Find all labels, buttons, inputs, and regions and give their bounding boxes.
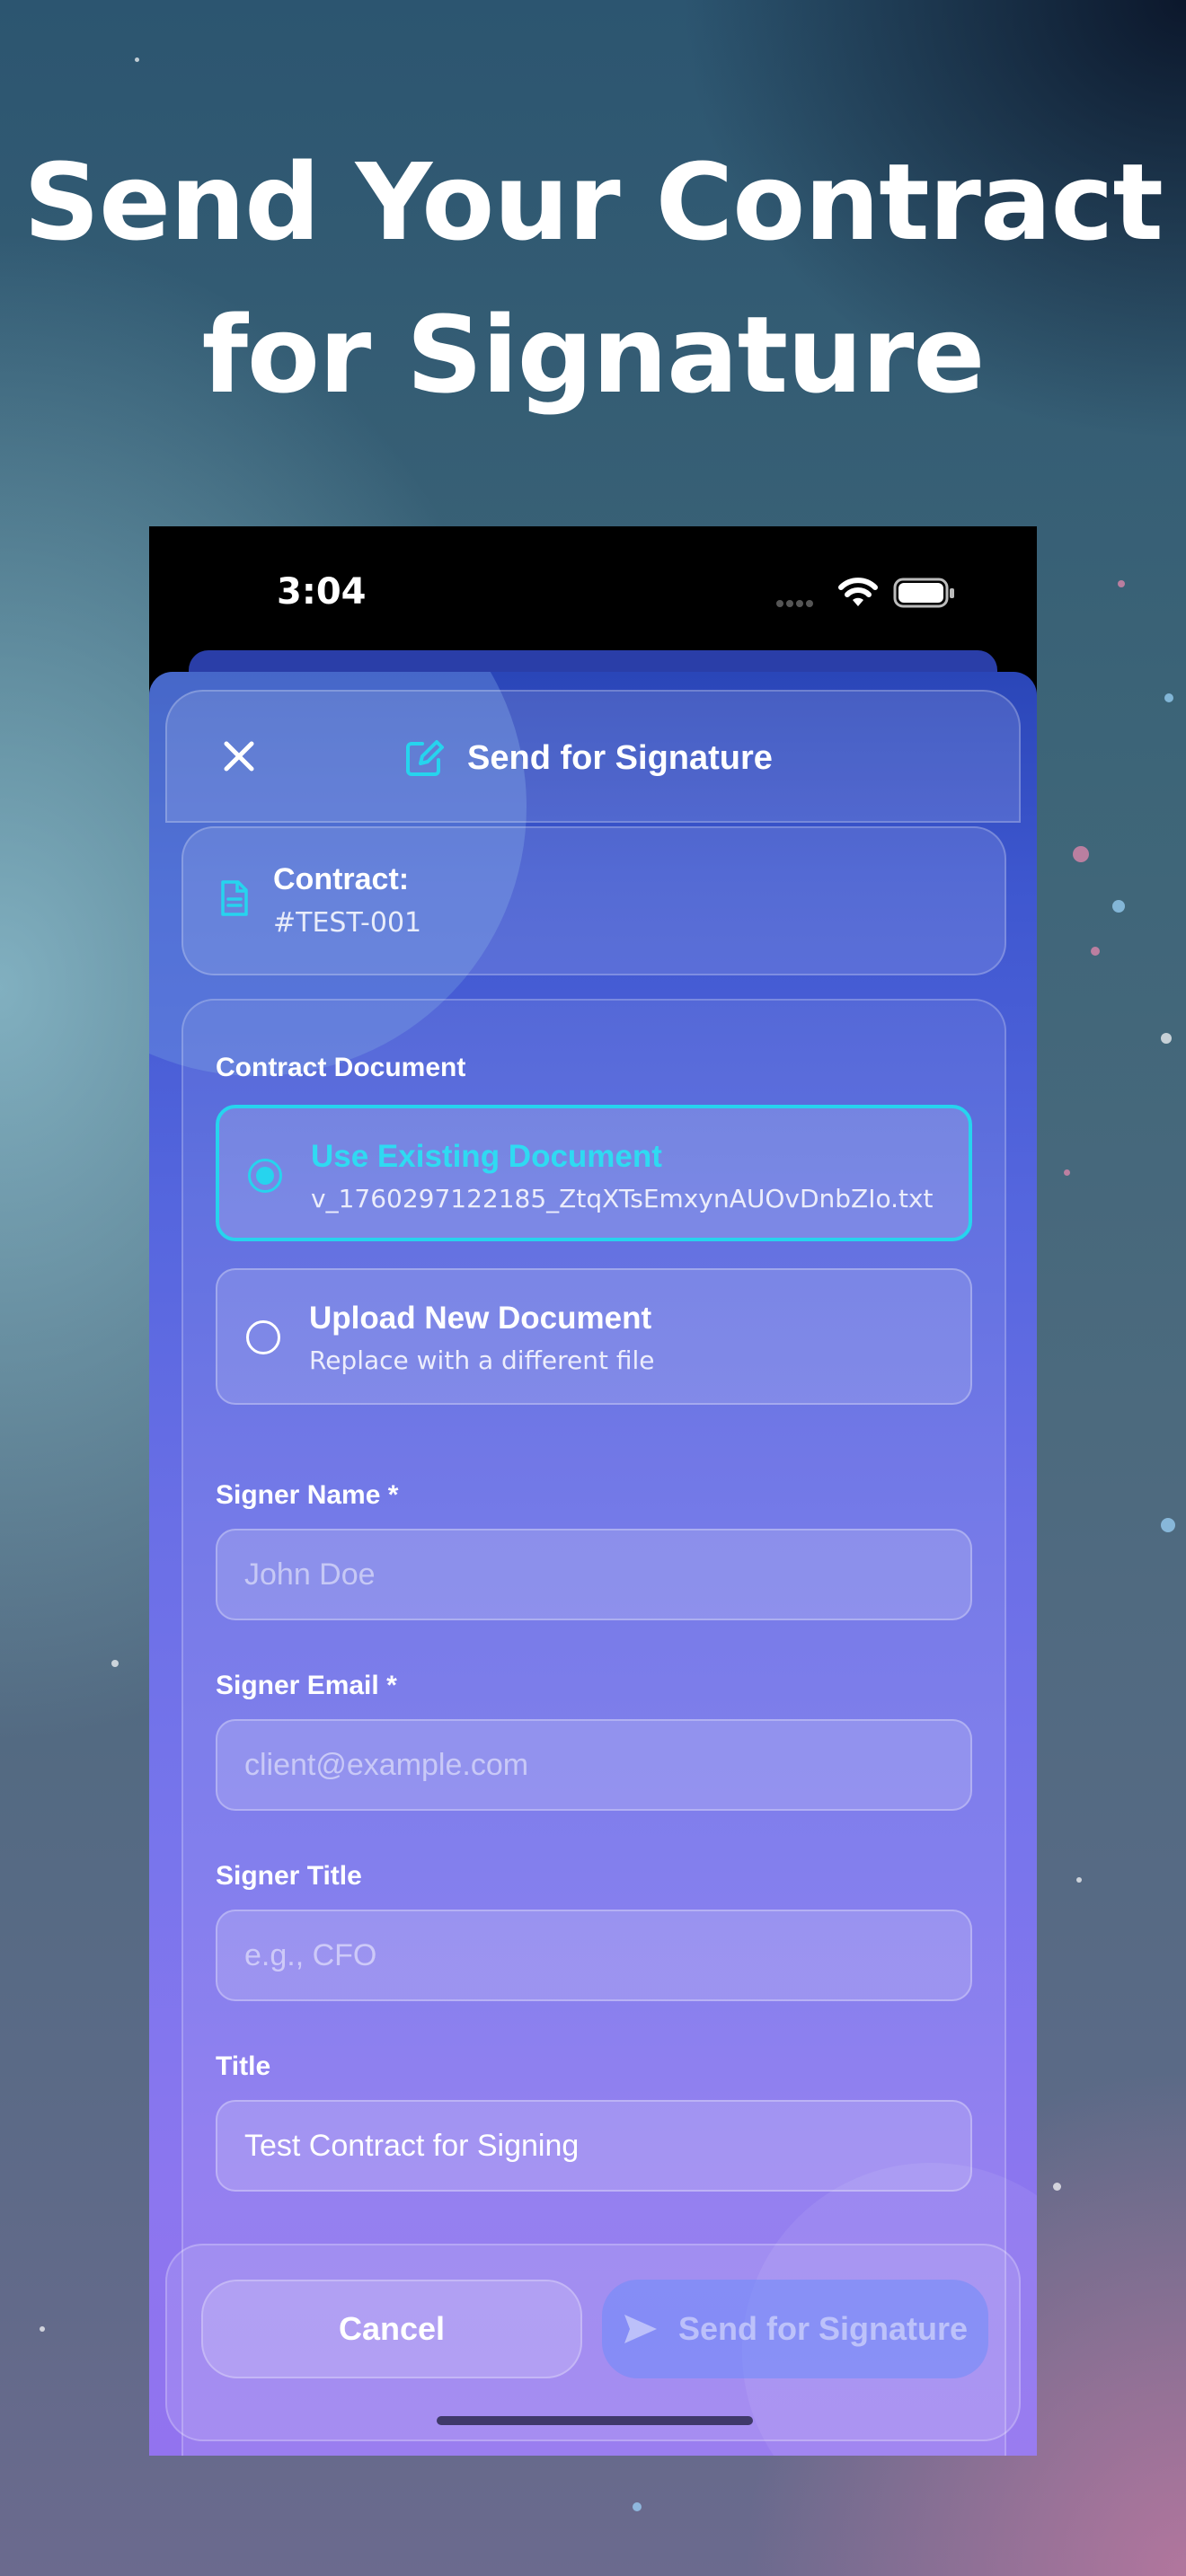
radio-unselected-icon [246, 1320, 280, 1354]
headline-line-2: for Signature [201, 293, 986, 417]
background-star [633, 2502, 642, 2511]
cellular-signal-icon [776, 595, 816, 612]
background-star [1164, 693, 1173, 702]
headline: Send Your Contract for Signature [0, 126, 1186, 431]
home-indicator [437, 2416, 753, 2425]
nav-title: Send for Signature [467, 738, 773, 777]
option-use-existing-document[interactable]: Use Existing Document v_1760297122185_Zt… [216, 1105, 972, 1241]
close-icon [224, 741, 254, 772]
signer-title-input[interactable] [216, 1910, 972, 2001]
background-star [1053, 2183, 1061, 2191]
status-bar: 3:04 [149, 526, 1037, 643]
option-subtitle: Replace with a different file [309, 1345, 655, 1375]
background-star [1161, 1518, 1175, 1532]
signature-sheet: Send for Signature Contract: #TEST-001 C… [149, 672, 1037, 2456]
title-label: Title [216, 2051, 271, 2081]
nav-bar: Send for Signature [165, 690, 1021, 823]
contract-label: Contract: [273, 862, 410, 896]
document-icon [221, 880, 248, 916]
close-button[interactable] [216, 733, 262, 780]
option-filename: v_1760297122185_ZtqXTsEmxynAUOvDnbZIo.tx… [311, 1184, 934, 1213]
signer-name-label: Signer Name * [216, 1480, 399, 1510]
send-for-signature-button[interactable]: Send for Signature [602, 2280, 988, 2378]
contract-document-label: Contract Document [216, 1053, 466, 1082]
option-title: Upload New Document [309, 1301, 652, 1336]
headline-line-1: Send Your Contract [23, 140, 1164, 264]
option-upload-new-document[interactable]: Upload New Document Replace with a diffe… [216, 1268, 972, 1405]
background-star [111, 1660, 119, 1667]
option-title: Use Existing Document [311, 1139, 662, 1174]
paper-plane-icon [624, 2315, 657, 2343]
battery-icon [893, 577, 956, 613]
background-star [1064, 1169, 1070, 1176]
background-star [135, 57, 139, 62]
send-button-label: Send for Signature [677, 2310, 969, 2347]
signer-title-label: Signer Title [216, 1861, 362, 1891]
cancel-button-label: Cancel [338, 2310, 446, 2347]
status-time: 3:04 [277, 571, 367, 613]
nav-title-group: Send for Signature [403, 733, 773, 783]
wifi-icon [837, 577, 879, 613]
background-star [1161, 1033, 1172, 1044]
background-star [1073, 846, 1089, 862]
signer-email-label: Signer Email * [216, 1671, 397, 1700]
background-star [1091, 947, 1100, 956]
edit-document-icon [406, 740, 444, 776]
title-input[interactable] [216, 2100, 972, 2192]
background-star [40, 2326, 45, 2332]
background-star [1112, 900, 1125, 913]
contract-id: #TEST-001 [273, 907, 422, 939]
radio-selected-icon [248, 1159, 282, 1193]
cancel-button[interactable]: Cancel [201, 2280, 582, 2378]
contract-card: Contract: #TEST-001 [181, 826, 1006, 975]
background-star [1076, 1877, 1082, 1883]
signer-email-input[interactable] [216, 1719, 972, 1811]
signer-name-input[interactable] [216, 1529, 972, 1620]
footer-bar: Cancel Send for Signature [165, 2244, 1021, 2441]
phone-screen: 3:04 Send for Signature Contract: #TEST-… [149, 526, 1037, 2456]
background-star [1118, 580, 1125, 587]
